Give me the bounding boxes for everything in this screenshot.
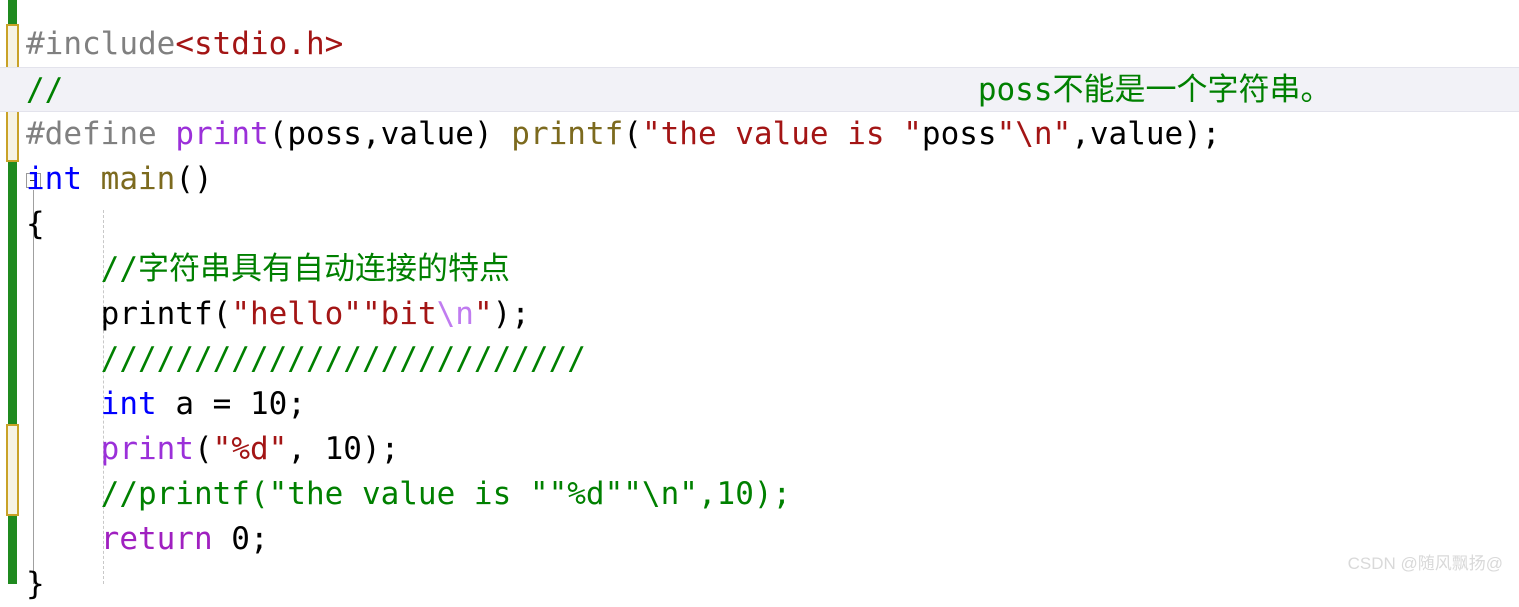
code-line[interactable]: return 0;	[0, 517, 1519, 562]
code-line-content: //////////////////////////	[0, 337, 586, 382]
code-token: \n	[436, 296, 474, 332]
code-line[interactable]: int main()	[0, 157, 1519, 202]
code-token: "hello"	[231, 296, 362, 332]
code-token: "	[473, 296, 493, 332]
code-line[interactable]: printf("hello""bit\n");	[0, 292, 1519, 337]
code-token: ,value);	[1071, 116, 1221, 152]
code-token: (	[193, 431, 213, 467]
code-token: main	[100, 161, 176, 197]
code-token: ()	[175, 161, 213, 197]
code-line[interactable]: //printf("the value is ""%d""\n",10);	[0, 472, 1519, 517]
code-token: {	[26, 206, 45, 242]
code-token: );	[492, 296, 530, 332]
code-token: //字符串具有自动连接的特点	[100, 251, 510, 287]
code-text-area[interactable]: #include<stdio.h>// poss不能是一个字符串。 #define…	[0, 0, 1519, 602]
code-line[interactable]: print("%d", 10);	[0, 427, 1519, 472]
code-line[interactable]: #define print(poss,value) printf("the va…	[0, 112, 1519, 157]
code-line-content: #include<stdio.h>	[0, 22, 343, 67]
code-token: #define	[26, 116, 157, 152]
code-line-content: int a = 10;	[0, 382, 306, 427]
code-token: int	[26, 161, 82, 197]
code-line-content: //printf("the value is ""%d""\n",10);	[0, 472, 792, 517]
code-line[interactable]: //字符串具有自动连接的特点	[0, 247, 1519, 292]
code-editor[interactable]: #include<stdio.h>// poss不能是一个字符串。 #define…	[0, 0, 1519, 602]
code-token: //	[26, 72, 64, 108]
code-line[interactable]: int a = 10;	[0, 382, 1519, 427]
code-token: "%d"	[212, 431, 288, 467]
code-token: "the value is "	[641, 116, 922, 152]
code-token: //////////////////////////	[100, 341, 586, 377]
code-line-content: {	[0, 202, 45, 247]
code-line[interactable]: }	[0, 562, 1519, 607]
code-line-content: // poss不能是一个字符串。	[0, 68, 1332, 113]
code-token: }	[26, 566, 45, 602]
code-token: print	[175, 116, 269, 152]
code-line[interactable]: //////////////////////////	[0, 337, 1519, 382]
code-token: (	[212, 296, 232, 332]
code-token: #include	[26, 26, 176, 62]
code-line[interactable]: #include<stdio.h>	[0, 22, 1519, 67]
code-line-content: #define print(poss,value) printf("the va…	[0, 112, 1221, 157]
code-line-content: int main()	[0, 157, 213, 202]
code-line-content: //字符串具有自动连接的特点	[0, 247, 510, 292]
code-token: "\n"	[996, 116, 1072, 152]
code-line[interactable]: {	[0, 202, 1519, 247]
code-line-content: return 0;	[0, 517, 269, 562]
code-token: //printf("the value is ""%d""\n",10);	[100, 476, 792, 512]
code-token: int	[100, 386, 157, 422]
code-line-content: print("%d", 10);	[0, 427, 400, 472]
code-token: print	[100, 431, 194, 467]
code-line-content: printf("hello""bit\n");	[0, 292, 530, 337]
code-token: , 10);	[287, 431, 400, 467]
code-token: poss	[921, 116, 997, 152]
code-token: (	[623, 116, 642, 152]
code-token: return	[100, 521, 213, 557]
code-line-content: }	[0, 562, 45, 607]
code-line[interactable]: // poss不能是一个字符串。	[0, 67, 1519, 112]
code-token: printf	[100, 296, 213, 332]
code-token: (poss,value)	[268, 116, 512, 152]
code-token: "bit	[361, 296, 437, 332]
code-token: printf	[511, 116, 624, 152]
code-token: 0;	[212, 521, 269, 557]
code-token: a = 10;	[156, 386, 306, 422]
watermark: CSDN @随风飘扬@	[1347, 554, 1503, 573]
code-token: <stdio.h>	[175, 26, 344, 62]
code-token: poss不能是一个字符串。	[977, 72, 1332, 108]
